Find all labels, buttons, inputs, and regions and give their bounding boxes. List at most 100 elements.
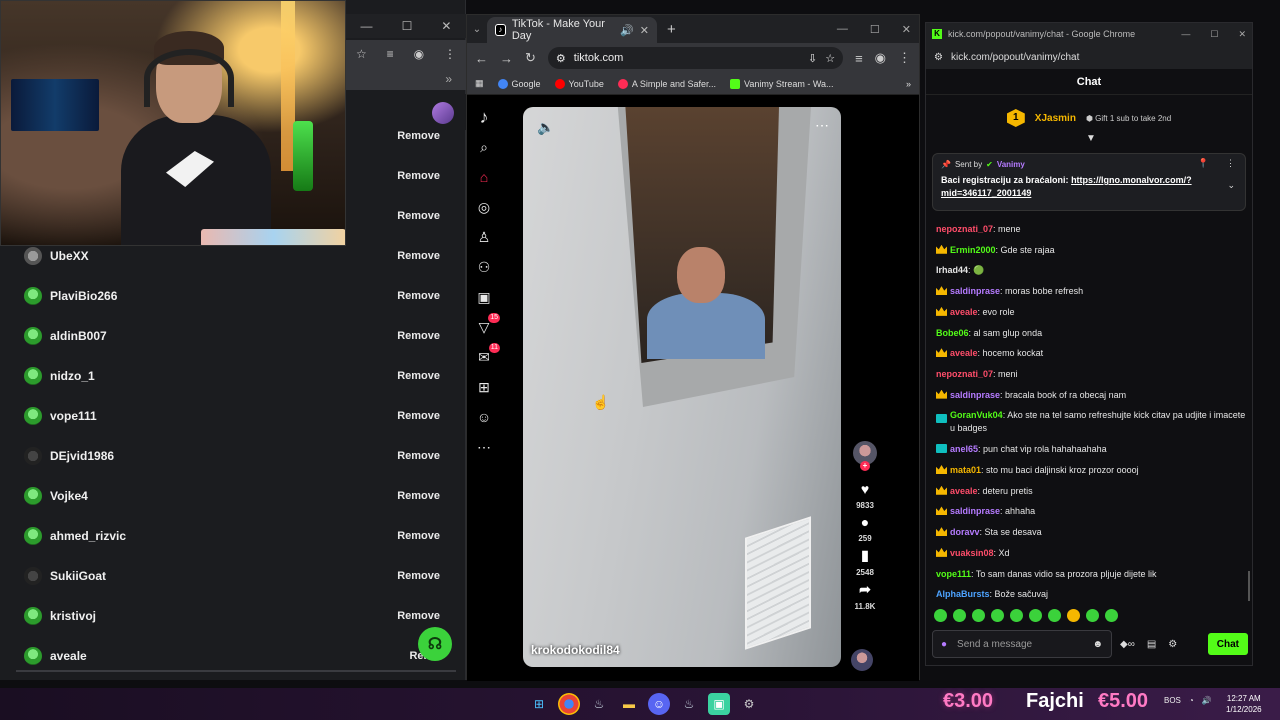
remove-button[interactable]: Remove <box>397 370 440 382</box>
remove-button[interactable]: Remove <box>397 130 440 142</box>
language-indicator[interactable]: BOS <box>1164 696 1181 705</box>
friends-icon[interactable]: ⚇ <box>474 259 494 275</box>
upload-icon[interactable]: ⊞ <box>474 379 494 395</box>
remove-button[interactable]: Remove <box>397 410 440 422</box>
close-icon[interactable]: ✕ <box>441 19 451 33</box>
kick-address-bar[interactable]: ⚙ kick.com/popout/vanimy/chat <box>926 45 1252 69</box>
bookmark-youtube[interactable]: YouTube <box>554 78 604 89</box>
video-player[interactable]: 🔈 ⋯ krokodokodil84 <box>523 107 841 667</box>
steam-alt-icon[interactable]: ♨ <box>678 693 700 715</box>
profile-icon[interactable]: ◉ <box>414 47 424 61</box>
chat-message-input[interactable]: ● Send a message ☻ <box>932 630 1112 658</box>
minimize-icon[interactable]: — <box>837 23 848 35</box>
remove-button[interactable]: Remove <box>397 290 440 302</box>
live-icon[interactable]: ▣ <box>474 289 494 305</box>
menu-icon[interactable]: ⋮ <box>898 50 911 66</box>
search-icon[interactable]: ⌕ <box>474 139 494 155</box>
settings-icon[interactable]: ⚙ <box>738 693 760 715</box>
profile-icon[interactable]: ◉ <box>875 50 886 66</box>
remove-button[interactable]: Remove <box>397 170 440 182</box>
app-icon[interactable]: ▣ <box>708 693 730 715</box>
user-name[interactable]: kristivoj <box>50 609 96 623</box>
send-chat-button[interactable]: Chat <box>1207 633 1248 655</box>
gift-prompt[interactable]: ⬢ Gift 1 sub to take 2nd <box>1086 114 1171 123</box>
like-icon[interactable]: ♥ <box>861 481 869 497</box>
chat-username[interactable]: aveale <box>950 486 978 496</box>
follow-plus-icon[interactable]: + <box>860 461 870 471</box>
install-icon[interactable]: ⇩ <box>808 52 817 65</box>
star-icon[interactable]: ☆ <box>825 52 835 65</box>
explore-icon[interactable]: ◎ <box>474 199 494 215</box>
sound-avatar[interactable] <box>851 649 873 671</box>
chat-username[interactable]: vope111 <box>936 569 971 579</box>
following-icon[interactable]: ♙ <box>474 229 494 245</box>
user-name[interactable]: Vojke4 <box>50 489 88 503</box>
chat-username[interactable]: nepoznati_07 <box>936 369 993 379</box>
chat-username[interactable]: mata01 <box>950 465 981 475</box>
shapes-icon[interactable]: ◆∞ <box>1120 639 1135 650</box>
star-icon[interactable]: ☆ <box>356 47 367 61</box>
minimize-icon[interactable]: — <box>361 19 373 33</box>
emote-icon[interactable] <box>1067 609 1080 622</box>
comment-icon[interactable]: ● <box>861 514 869 530</box>
user-name[interactable]: aveale <box>50 649 87 663</box>
site-info-icon[interactable]: ⚙ <box>934 52 943 63</box>
user-name[interactable]: SukiiGoat <box>50 569 106 583</box>
steam-icon[interactable]: ♨ <box>588 693 610 715</box>
close-icon[interactable]: ✕ <box>640 24 649 37</box>
minimize-icon[interactable]: — <box>1181 29 1190 40</box>
scrollbar[interactable] <box>1248 571 1250 601</box>
inbox-icon[interactable]: ▽ 15 <box>474 313 500 335</box>
emoji-icon[interactable]: ☻ <box>1092 639 1103 650</box>
windows-start-icon[interactable]: ⊞ <box>528 693 550 715</box>
user-name[interactable]: ahmed_rizvic <box>50 529 126 543</box>
chevron-down-icon[interactable]: ⌄ <box>1227 180 1235 191</box>
chat-username[interactable]: vuaksin08 <box>950 548 994 558</box>
back-icon[interactable]: ← <box>475 51 488 66</box>
clock[interactable]: 12:27 AM 1/12/2026 <box>1226 693 1262 715</box>
chevron-right-icon[interactable]: » <box>906 79 911 89</box>
apps-icon[interactable]: ▦ <box>475 78 484 89</box>
chat-username[interactable]: saldinprase <box>950 286 1000 296</box>
media-icon[interactable]: ≡ <box>387 47 394 61</box>
chat-username[interactable]: aveale <box>950 307 978 317</box>
creator-avatar[interactable]: + <box>853 441 877 471</box>
maximize-icon[interactable]: ☐ <box>870 23 880 36</box>
home-icon[interactable]: ⌂ <box>474 169 494 185</box>
bookmark-simple-safer[interactable]: A Simple and Safer... <box>617 78 716 89</box>
emote-icon[interactable] <box>1029 609 1042 622</box>
maximize-icon[interactable]: ☐ <box>402 19 413 33</box>
support-button[interactable]: ☊ <box>418 627 452 661</box>
new-tab-button[interactable]: + <box>667 21 676 38</box>
chrome-icon[interactable] <box>558 693 580 715</box>
volume-icon[interactable]: 🔊 <box>1202 696 1212 705</box>
remove-button[interactable]: Remove <box>397 250 440 262</box>
chat-username[interactable]: Bobe06 <box>936 328 969 338</box>
chat-username[interactable]: anel65 <box>950 444 978 454</box>
file-explorer-icon[interactable]: ▬ <box>618 693 640 715</box>
emote-icon[interactable] <box>934 609 947 622</box>
media-icon[interactable]: ≡ <box>855 51 863 66</box>
chevron-right-icon[interactable]: » <box>445 72 452 86</box>
discord-icon[interactable]: ☺ <box>648 693 670 715</box>
more-icon[interactable]: ⋯ <box>474 439 494 455</box>
tab-tiktok[interactable]: ♪ TikTok - Make Your Day 🔊 ✕ <box>487 17 657 43</box>
chat-username[interactable]: AlphaBursts <box>936 589 990 599</box>
microphone-icon[interactable]: ● <box>941 639 947 650</box>
chat-username[interactable]: saldinprase <box>950 390 1000 400</box>
collapse-icon[interactable]: ▼ <box>1086 133 1096 144</box>
bookmark-vanimy-stream[interactable]: Vanimy Stream - Wa... <box>729 78 834 89</box>
more-options-icon[interactable]: ⋯ <box>815 117 829 134</box>
user-name[interactable]: DEjvid1986 <box>50 449 114 463</box>
user-name[interactable]: UbeXX <box>50 249 89 263</box>
menu-icon[interactable]: ⋮ <box>444 47 456 61</box>
emote-icon[interactable] <box>1086 609 1099 622</box>
remove-button[interactable]: Remove <box>397 450 440 462</box>
chat-username[interactable]: Irhad44 <box>936 265 968 275</box>
user-name[interactable]: vope111 <box>50 409 97 423</box>
emote-icon[interactable] <box>991 609 1004 622</box>
profile-icon[interactable]: ☺ <box>474 409 494 425</box>
volume-icon[interactable]: 🔈 <box>537 119 554 136</box>
remove-button[interactable]: Remove <box>397 490 440 502</box>
tiktok-logo-icon[interactable]: ♪ <box>474 108 494 126</box>
